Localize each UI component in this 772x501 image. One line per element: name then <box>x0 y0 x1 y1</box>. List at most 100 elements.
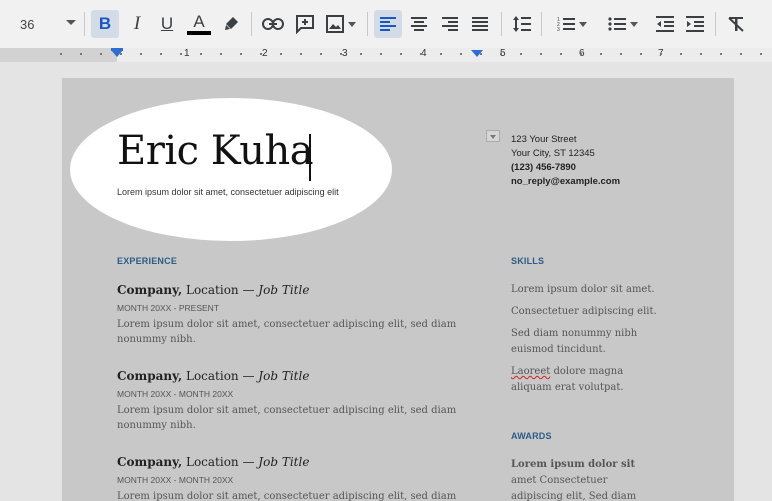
dropdown-anchor-icon[interactable] <box>486 130 500 142</box>
ruler-tick <box>480 53 482 55</box>
highlight-button[interactable] <box>217 10 245 38</box>
contact-block[interactable]: 123 Your Street Your City, ST 12345 (123… <box>511 133 620 189</box>
toolbar-divider <box>715 12 716 36</box>
experience-heading[interactable]: EXPERIENCE <box>117 256 177 266</box>
job-location: Location — <box>182 369 259 383</box>
ruler-tick <box>360 53 362 55</box>
horizontal-ruler[interactable]: 1 2 3 4 5 6 7 <box>0 48 772 62</box>
ruler-tick <box>320 53 322 55</box>
chevron-down-icon <box>579 21 587 27</box>
increase-indent-button[interactable] <box>681 10 709 38</box>
chevron-down-icon <box>348 21 356 27</box>
bulleted-list-button[interactable] <box>601 10 645 38</box>
font-size-dropdown[interactable]: 36 <box>0 10 84 38</box>
underline-icon: U <box>160 14 174 33</box>
ruler-tick <box>200 53 202 55</box>
skill-item[interactable]: Sed diam nonummy nibh euismod tincidunt. <box>511 326 661 358</box>
company-name: Company, <box>117 369 183 383</box>
job-dates: MONTH 20XX - MONTH 20XX <box>117 389 234 399</box>
add-comment-icon <box>296 15 314 34</box>
ruler-number: 2 <box>262 48 268 59</box>
job-location: Location — <box>182 455 259 469</box>
ruler-tick <box>420 53 422 55</box>
chevron-down-icon <box>66 20 76 25</box>
job-title-line: Company, Location — Job Title <box>117 283 457 297</box>
ruler-tick <box>380 53 382 55</box>
resume-name[interactable]: Eric Kuha <box>117 128 314 174</box>
justify-button[interactable] <box>466 10 494 38</box>
experience-entry[interactable]: Company, Location — Job Title MONTH 20XX… <box>117 455 457 501</box>
ruler-tick <box>760 53 762 55</box>
ruler-tick <box>600 53 602 55</box>
ruler-tick <box>400 53 402 55</box>
ruler-tick <box>700 53 702 55</box>
toolbar-divider <box>541 12 542 36</box>
align-center-icon <box>411 17 427 31</box>
skills-heading[interactable]: SKILLS <box>511 256 544 266</box>
ruler-tick <box>260 53 262 55</box>
skill-item[interactable]: Lorem ipsum dolor sit amet. <box>511 282 661 298</box>
bulleted-list-icon <box>608 17 626 31</box>
awards-heading[interactable]: AWARDS <box>511 431 552 441</box>
align-left-button[interactable] <box>374 10 402 38</box>
ruler-tick <box>440 53 442 55</box>
toolbar-divider <box>501 12 502 36</box>
insert-image-button[interactable] <box>322 10 360 38</box>
align-center-button[interactable] <box>405 10 433 38</box>
skill-item[interactable]: Laoreet dolore magna aliquam erat volutp… <box>511 364 661 396</box>
ruler-track <box>117 48 772 62</box>
ruler-tick <box>60 53 62 55</box>
toolbar-divider <box>251 12 252 36</box>
formatting-toolbar: 36 B I U A 1 2 3 <box>0 0 772 48</box>
line-spacing-button[interactable] <box>508 10 536 38</box>
link-icon <box>262 18 284 30</box>
job-title: Job Title <box>258 369 310 383</box>
decrease-indent-icon <box>656 16 674 32</box>
contact-city: Your City, ST 12345 <box>511 148 595 159</box>
job-dates: MONTH 20XX - MONTH 20XX <box>117 475 234 485</box>
ruler-tick <box>520 53 522 55</box>
underline-button[interactable]: U <box>153 10 181 38</box>
job-title-line: Company, Location — Job Title <box>117 369 457 383</box>
clear-formatting-button[interactable] <box>722 10 750 38</box>
experience-entry[interactable]: Company, Location — Job Title MONTH 20XX… <box>117 369 457 433</box>
ruler-tick <box>580 53 582 55</box>
ruler-tick <box>500 53 502 55</box>
job-dates: MONTH 20XX - PRESENT <box>117 303 220 313</box>
ruler-tick <box>80 53 82 55</box>
ruler-number: 1 <box>184 48 190 59</box>
italic-button[interactable]: I <box>123 10 151 38</box>
misspelled-word[interactable]: Laoreet <box>511 366 550 377</box>
text-color-swatch <box>187 31 211 35</box>
chevron-down-icon <box>630 21 638 27</box>
skill-item[interactable]: Consectetuer adipiscing elit. <box>511 304 661 320</box>
job-description: Lorem ipsum dolor sit amet, consectetuer… <box>117 319 457 345</box>
company-name: Company, <box>117 455 183 469</box>
clear-formatting-icon <box>728 17 744 32</box>
numbered-list-icon: 1 2 3 <box>557 17 575 32</box>
numbered-list-button[interactable]: 1 2 3 <box>550 10 594 38</box>
contact-phone: (123) 456-7890 <box>511 162 576 173</box>
ruler-tick <box>120 53 122 55</box>
ruler-tick <box>560 53 562 55</box>
align-left-icon <box>380 17 396 31</box>
experience-entry[interactable]: Company, Location — Job Title MONTH 20XX… <box>117 283 457 347</box>
text-cursor <box>309 134 311 181</box>
ruler-tick <box>720 53 722 55</box>
resume-tagline[interactable]: Lorem ipsum dolor sit amet, consectetuer… <box>117 187 339 197</box>
align-justify-icon <box>472 17 488 31</box>
contact-street: 123 Your Street <box>511 134 577 145</box>
award-item[interactable]: Lorem ipsum dolor sit amet Consectetuer … <box>511 457 661 501</box>
svg-text:3: 3 <box>557 27 560 32</box>
insert-comment-button[interactable] <box>291 10 319 38</box>
ruler-tick <box>540 53 542 55</box>
ruler-tick <box>620 53 622 55</box>
text-color-button[interactable]: A <box>185 10 213 38</box>
bold-button[interactable]: B <box>91 10 119 38</box>
ruler-number: 3 <box>342 48 348 59</box>
ruler-tick <box>640 53 642 55</box>
bold-icon: B <box>98 14 112 33</box>
insert-link-button[interactable] <box>259 10 287 38</box>
decrease-indent-button[interactable] <box>651 10 679 38</box>
align-right-button[interactable] <box>436 10 464 38</box>
